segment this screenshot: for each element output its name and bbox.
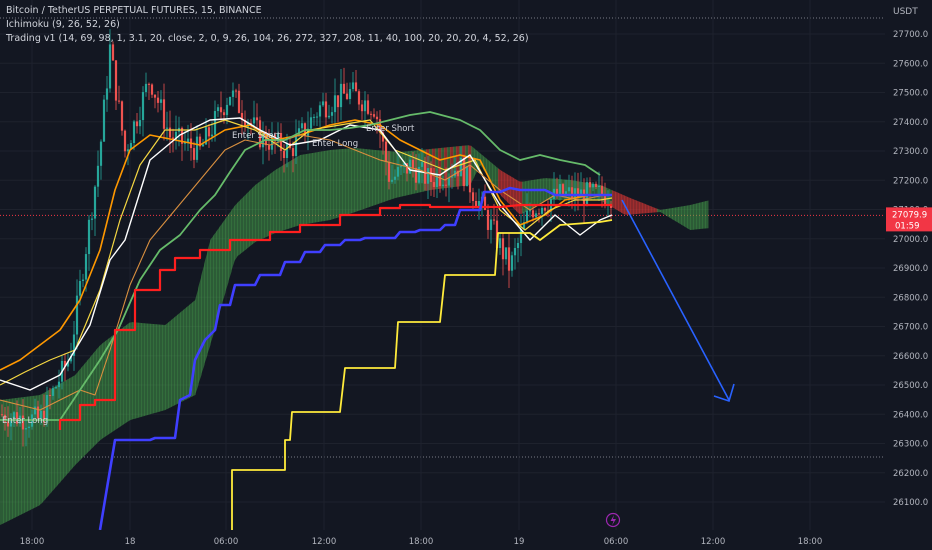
price-tick: 26100.0 bbox=[893, 498, 928, 508]
chart-window: Enter Long Enter Short Enter Long Enter Sho… bbox=[0, 0, 932, 550]
price-tick: 26700.0 bbox=[893, 323, 928, 333]
time-tick: 12:00 bbox=[312, 537, 337, 547]
price-tick: 27200.0 bbox=[893, 176, 928, 186]
time-tick: 18 bbox=[125, 537, 136, 547]
price-tick: 26600.0 bbox=[893, 352, 928, 362]
yellow-step-line bbox=[231, 219, 613, 530]
time-tick: 12:00 bbox=[701, 537, 726, 547]
price-tick: 27400.0 bbox=[893, 118, 928, 128]
price-tick: 27600.0 bbox=[893, 59, 928, 69]
lightning-icon[interactable] bbox=[605, 512, 621, 528]
time-tick: 06:00 bbox=[214, 537, 239, 547]
price-tick: 27500.0 bbox=[893, 89, 928, 99]
price-tick: 26300.0 bbox=[893, 440, 928, 450]
last-price-badge: 27079.901:59 bbox=[886, 207, 932, 232]
price-axis[interactable]: USDT 27700.0 27600.0 27500.0 27400.0 27300.0 2… bbox=[885, 0, 932, 550]
enter-long-label: Enter Long bbox=[312, 139, 358, 149]
projection-arrow[interactable] bbox=[621, 199, 735, 403]
time-tick: 18:00 bbox=[409, 537, 434, 547]
time-tick: 18:00 bbox=[20, 537, 45, 547]
price-tick: 26500.0 bbox=[893, 381, 928, 391]
time-tick: 06:00 bbox=[604, 537, 629, 547]
time-tick: 18:00 bbox=[798, 537, 823, 547]
price-tick: 26800.0 bbox=[893, 293, 928, 303]
symbol-title[interactable]: Bitcoin / TetherUS PERPETUAL FUTURES, 15… bbox=[6, 5, 262, 16]
enter-short-label: Enter Short bbox=[232, 131, 281, 141]
enter-short-label: Enter Short bbox=[366, 124, 415, 134]
time-tick: 19 bbox=[514, 537, 525, 547]
grid bbox=[0, 0, 885, 530]
indicator-trading[interactable]: Trading v1 (14, 69, 98, 1, 3.1, 20, clos… bbox=[6, 33, 529, 44]
indicator-ichimoku[interactable]: Ichimoku (9, 26, 52, 26) bbox=[6, 19, 120, 30]
last-price-value: 27079.9 bbox=[892, 210, 927, 220]
price-tick: 26200.0 bbox=[893, 469, 928, 479]
price-tick: 26900.0 bbox=[893, 264, 928, 274]
price-tick: 26400.0 bbox=[893, 410, 928, 420]
price-tick: 27000.0 bbox=[893, 235, 928, 245]
price-tick: 27700.0 bbox=[893, 30, 928, 40]
price-tick: 27300.0 bbox=[893, 147, 928, 157]
enter-long-label: Enter Long bbox=[2, 416, 48, 426]
bar-countdown: 01:59 bbox=[895, 221, 920, 231]
currency-label: USDT bbox=[893, 7, 918, 17]
price-chart[interactable]: Enter Long Enter Short Enter Long Enter Sho… bbox=[0, 0, 932, 550]
